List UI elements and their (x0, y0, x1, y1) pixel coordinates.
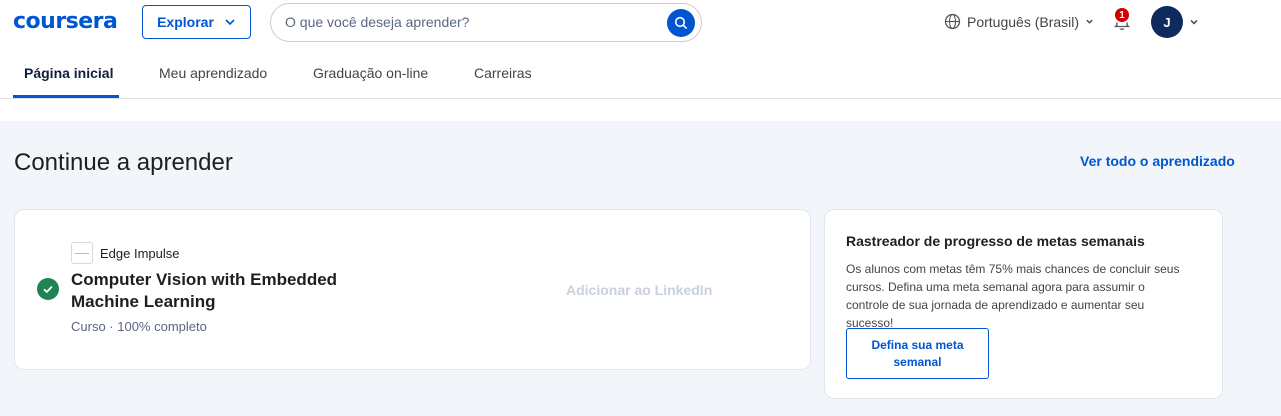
notification-badge: 1 (1113, 6, 1131, 24)
tab-home[interactable]: Página inicial (24, 65, 113, 81)
active-tab-indicator (13, 95, 119, 98)
search-bar (270, 3, 702, 42)
partner-name: Edge Impulse (100, 246, 180, 261)
language-label: Português (Brasil) (967, 13, 1080, 30)
tracker-description: Os alunos com metas têm 75% mais chances… (846, 262, 1180, 330)
set-weekly-goal-button[interactable]: Defina sua meta semanal (846, 328, 989, 379)
tab-online-degrees[interactable]: Graduação on-line (313, 65, 428, 81)
course-title[interactable]: Computer Vision with Embedded Machine Le… (71, 269, 351, 313)
chevron-down-icon[interactable] (1189, 17, 1199, 27)
explore-button-label: Explorar (157, 14, 214, 30)
chevron-down-icon (225, 19, 235, 26)
tracker-title: Rastreador de progresso de metas semanai… (846, 233, 1145, 249)
explore-button[interactable]: Explorar (142, 5, 251, 39)
main-content: Continue a aprender Ver todo o aprendiza… (0, 121, 1281, 416)
see-all-learning-link[interactable]: Ver todo o aprendizado (1080, 153, 1235, 169)
add-to-linkedin-button[interactable]: Adicionar ao LinkedIn (566, 282, 712, 298)
language-selector[interactable]: Português (Brasil) (944, 13, 1094, 30)
completed-check-icon (37, 278, 59, 300)
section-title: Continue a aprender (14, 149, 233, 176)
search-input[interactable] (285, 14, 665, 30)
coursera-logo[interactable]: coursera (13, 9, 118, 34)
search-button[interactable] (667, 9, 695, 37)
weekly-goal-tracker-card: Rastreador de progresso de metas semanai… (824, 209, 1223, 399)
chevron-down-icon (1086, 19, 1093, 24)
globe-icon (944, 13, 961, 30)
tab-my-learning[interactable]: Meu aprendizado (159, 65, 267, 81)
course-card[interactable]: Edge Impulse Computer Vision with Embedd… (14, 209, 811, 370)
course-meta: Curso · 100% completo (71, 319, 207, 334)
avatar[interactable]: J (1151, 6, 1183, 38)
partner-logo (71, 242, 93, 264)
top-header: coursera Explorar Português (Brasil) 1 J… (0, 0, 1281, 99)
tab-careers[interactable]: Carreiras (474, 65, 532, 81)
search-icon (674, 16, 688, 30)
